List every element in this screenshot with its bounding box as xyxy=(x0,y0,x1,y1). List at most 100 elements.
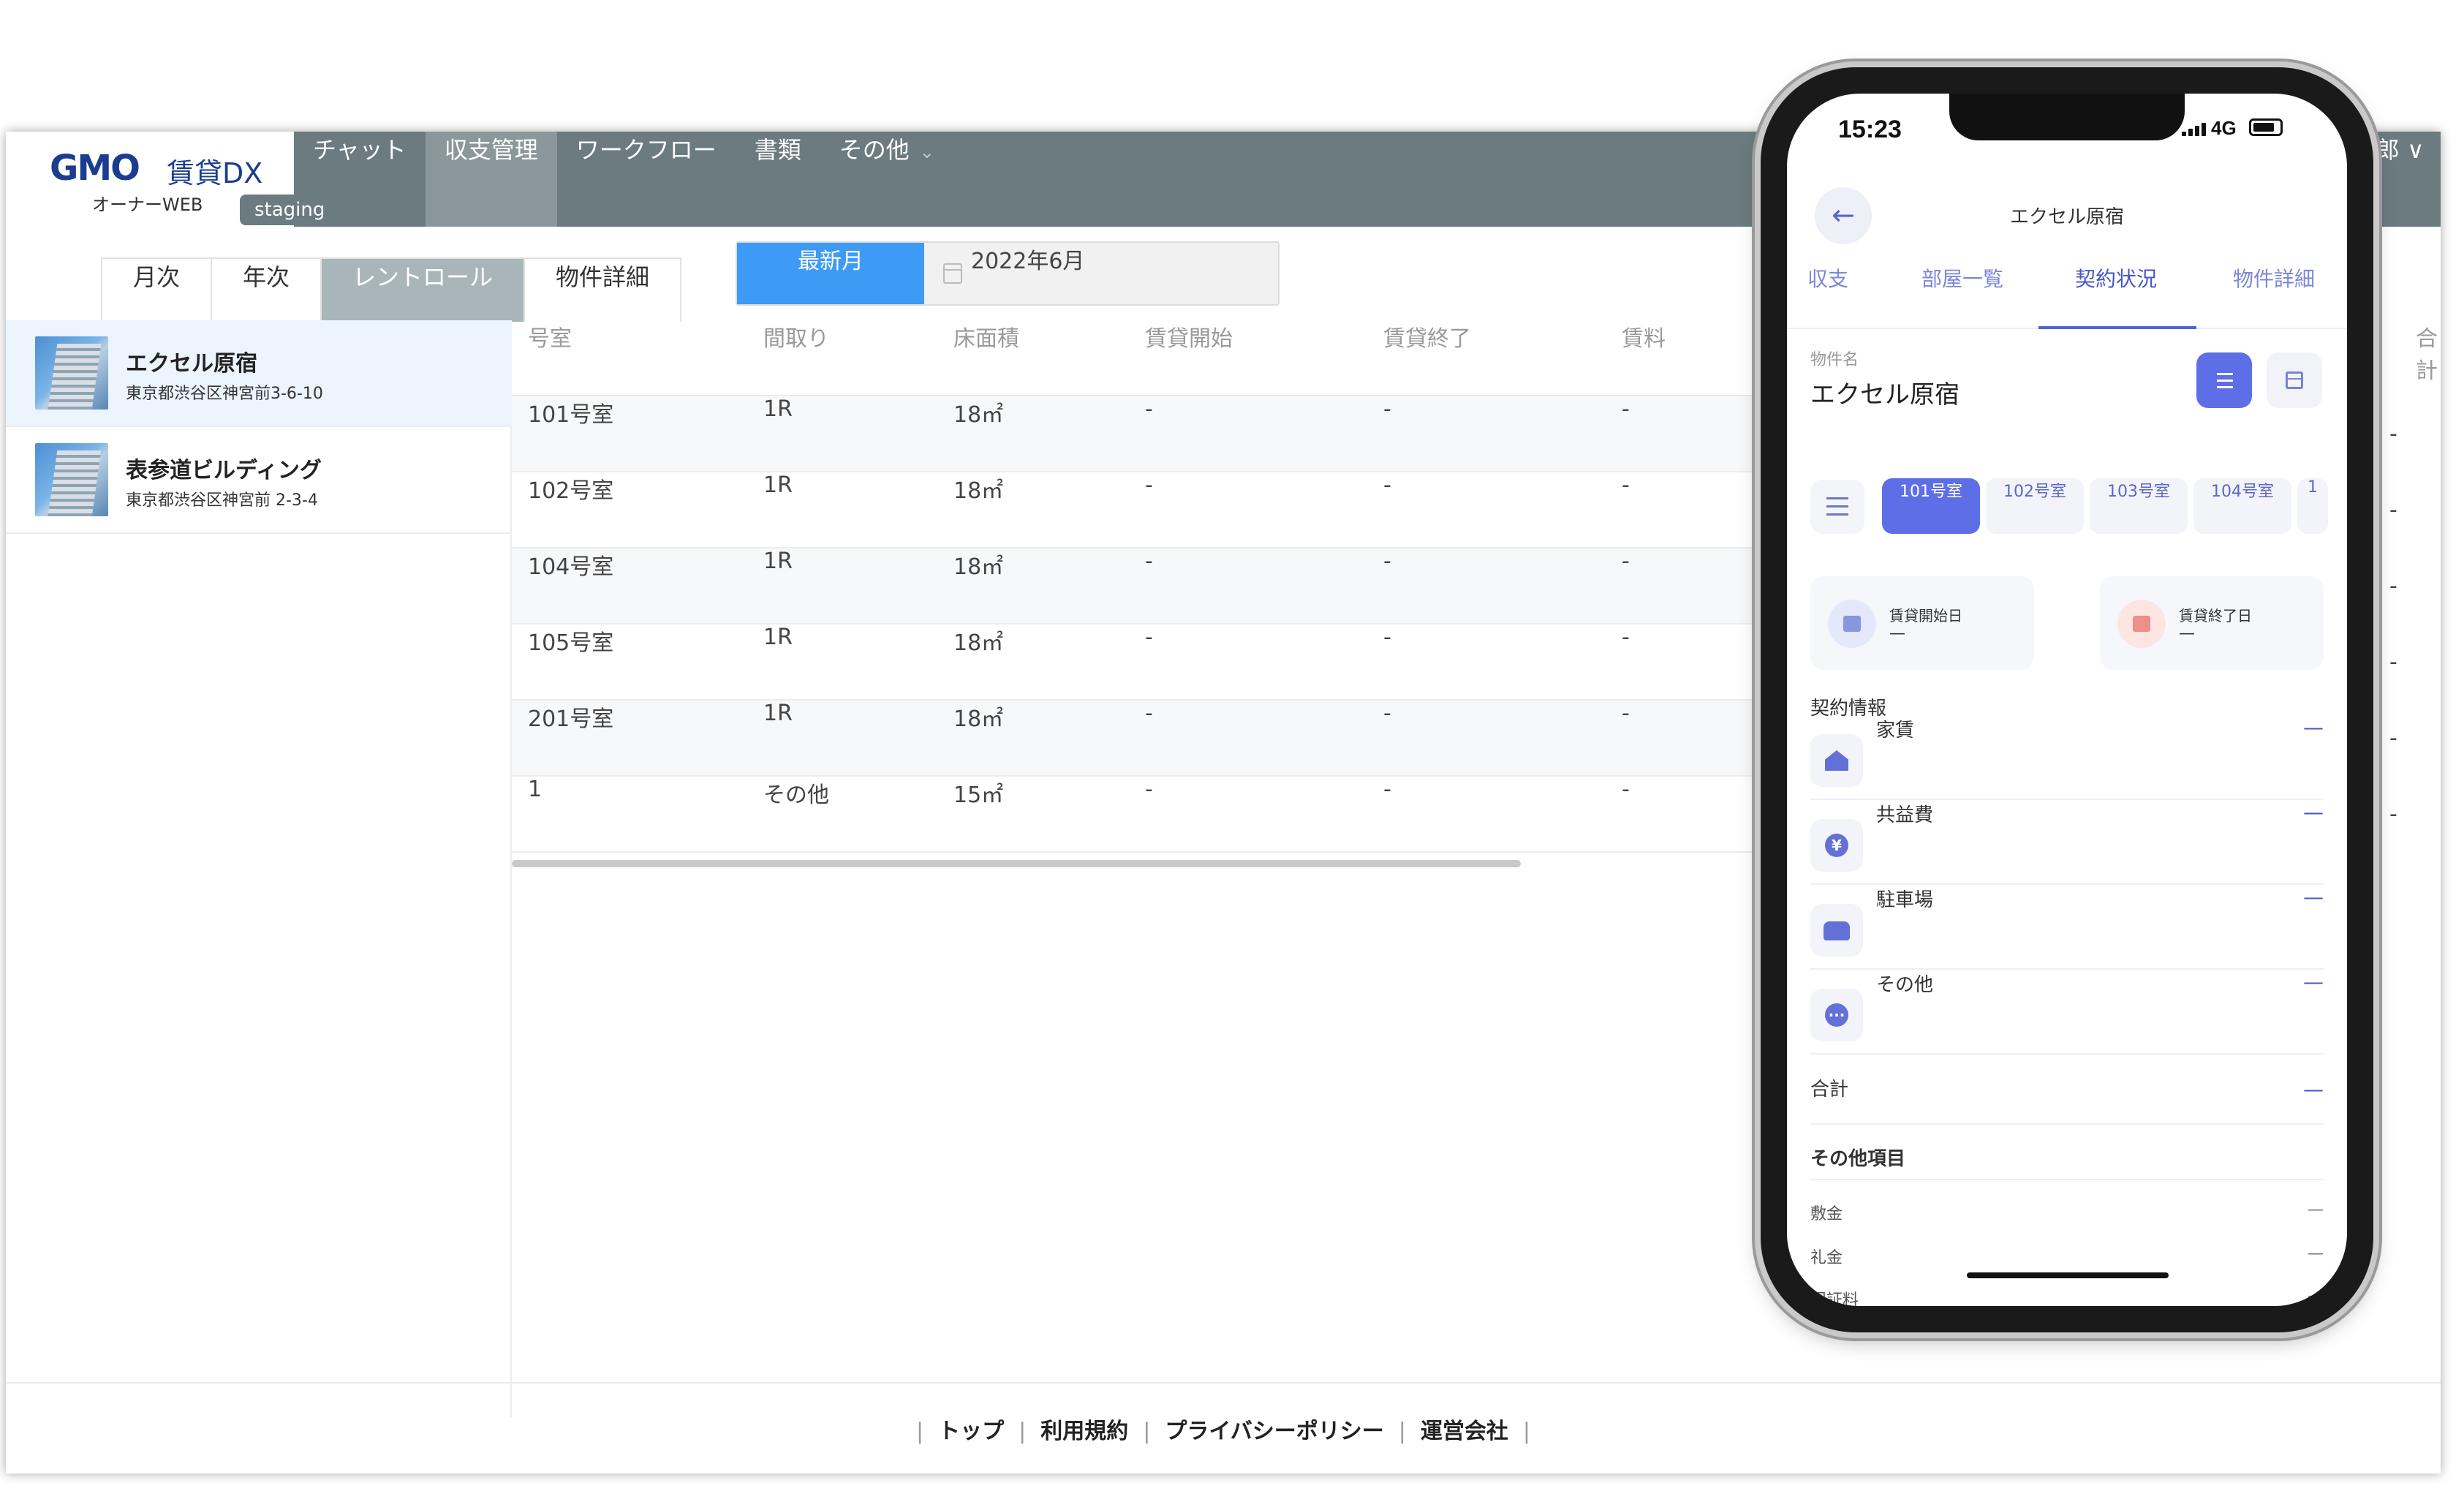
contract-row-total: 合計 — xyxy=(1810,1055,2324,1125)
footer-link-terms[interactable]: 利用規約 xyxy=(1040,1419,1128,1444)
table-row[interactable]: 104号室 1R 18㎡ - - - xyxy=(512,548,1769,625)
table-header: 号室 間取り 床面積 賃貸開始 賃貸終了 賃料 xyxy=(512,320,1769,396)
footer-link-top[interactable]: トップ xyxy=(938,1419,1004,1444)
tab-income-expense[interactable]: 収支 xyxy=(1807,263,1848,329)
nav-workflow[interactable]: ワークフロー xyxy=(557,132,736,227)
battery-icon xyxy=(2249,118,2283,136)
contract-row-rent: 家賃 — xyxy=(1810,715,2324,800)
footer-separator: | xyxy=(1398,1419,1406,1444)
contract-label: 駐車場 xyxy=(1876,889,1934,911)
tab-property-details[interactable]: 物件詳細 xyxy=(2233,263,2315,329)
table-row[interactable]: 1 その他 15㎡ - - - xyxy=(512,777,1769,853)
phone-notch xyxy=(1949,94,2185,140)
property-name-label: 物件名 xyxy=(1810,351,1859,369)
room-chip[interactable]: 104号室 xyxy=(2193,478,2291,534)
cell-total: - xyxy=(2389,649,2397,675)
cell-layout: その他 xyxy=(763,782,829,808)
cell-lease-start: - xyxy=(1145,472,1153,498)
other-value: — xyxy=(2308,1287,2324,1305)
footer-link-company[interactable]: 運営会社 xyxy=(1421,1419,1508,1444)
tab-yearly[interactable]: 年次 xyxy=(212,259,322,322)
cell-floor-area: 15㎡ xyxy=(953,782,1004,808)
horizontal-scrollbar[interactable] xyxy=(512,860,1521,867)
table-row[interactable]: 102号室 1R 18㎡ - - - xyxy=(512,472,1769,548)
user-menu[interactable]: 郎 ∨ xyxy=(2376,132,2425,165)
nav-other[interactable]: その他 ⌄ xyxy=(820,132,953,227)
tab-monthly[interactable]: 月次 xyxy=(102,259,213,322)
table-view-button[interactable] xyxy=(2267,352,2322,408)
room-chip[interactable]: 102号室 xyxy=(1986,478,2084,534)
cell-rent: - xyxy=(1622,396,1630,422)
filter-sliders-icon[interactable] xyxy=(1810,480,1864,534)
tab-property-details[interactable]: 物件詳細 xyxy=(525,259,681,322)
footer: | トップ | 利用規約 | プライバシーポリシー | 運営会社 | xyxy=(6,1382,2441,1474)
property-name: 表参道ビルディング xyxy=(126,458,322,483)
home-indicator xyxy=(1967,1272,2169,1278)
cell-layout: 1R xyxy=(763,548,793,574)
yen-icon: ¥ xyxy=(1810,819,1863,872)
phone-screen: 15:23 4G ← エクセル原宿 収支 部屋一覧 契約状況 物件詳細 物件名 … xyxy=(1787,94,2347,1306)
cell-total: - xyxy=(2389,801,2397,827)
room-chip[interactable]: 103号室 xyxy=(2090,478,2188,534)
other-label: 敷金 xyxy=(1810,1205,1843,1223)
cell-floor-area: 18㎡ xyxy=(953,630,1004,656)
tab-contract-status[interactable]: 契約状況 xyxy=(2075,263,2157,329)
property-item[interactable]: エクセル原宿 東京都渋谷区神宮前3-6-10 xyxy=(6,320,512,427)
lease-start-label: 賃貸開始日 xyxy=(1889,607,1962,625)
cell-lease-start: - xyxy=(1145,396,1153,422)
latest-month-button[interactable]: 最新月 xyxy=(737,243,924,304)
month-picker-input[interactable]: 2022年6月 xyxy=(971,243,1084,275)
cell-lease-start: - xyxy=(1145,625,1153,650)
cell-room: 104号室 xyxy=(528,554,614,580)
chevron-down-icon: ⌄ xyxy=(919,142,934,162)
nav-income-expense[interactable]: 収支管理 xyxy=(425,132,557,227)
list-view-button[interactable] xyxy=(2196,352,2252,408)
table-row[interactable]: 101号室 1R 18㎡ - - - xyxy=(512,396,1769,472)
property-list: エクセル原宿 東京都渋谷区神宮前3-6-10 表参道ビルディング 東京都渋谷区神… xyxy=(6,320,512,1417)
phone-mockup: 15:23 4G ← エクセル原宿 収支 部屋一覧 契約状況 物件詳細 物件名 … xyxy=(1761,67,2373,1332)
property-item[interactable]: 表参道ビルディング 東京都渋谷区神宮前 2-3-4 xyxy=(6,427,512,534)
property-address: 東京都渋谷区神宮前3-6-10 xyxy=(126,385,323,403)
logo-subtitle: オーナーWEB xyxy=(92,195,203,215)
cell-room: 201号室 xyxy=(528,706,614,732)
cell-lease-end: - xyxy=(1383,548,1391,574)
other-row-deposit: 敷金 — xyxy=(1810,1201,2324,1245)
room-chip[interactable]: 1 xyxy=(2297,478,2328,534)
footer-link-privacy[interactable]: プライバシーポリシー xyxy=(1165,1419,1383,1444)
cell-lease-start: - xyxy=(1145,548,1153,574)
nav-other-label: その他 xyxy=(839,136,910,164)
network-type: 4G xyxy=(2211,117,2237,139)
lease-end-card: 賃貸終了日 — xyxy=(2100,576,2324,670)
cell-lease-end: - xyxy=(1383,472,1391,498)
contract-row-common-fee: ¥ 共益費 — xyxy=(1810,800,2324,885)
footer-links: | トップ | 利用規約 | プライバシーポリシー | 運営会社 | xyxy=(6,1413,2441,1445)
cell-layout: 1R xyxy=(763,625,793,650)
car-icon xyxy=(1810,904,1863,957)
header-room: 号室 xyxy=(528,326,572,352)
lease-start-card: 賃貸開始日 — xyxy=(1810,576,2034,670)
calendar-icon xyxy=(943,263,962,284)
nav-chat[interactable]: チャット xyxy=(294,132,426,227)
footer-separator: | xyxy=(1143,1419,1151,1444)
nav-documents[interactable]: 書類 xyxy=(736,132,820,227)
table-row[interactable]: 201号室 1R 18㎡ - - - xyxy=(512,701,1769,777)
app-logo[interactable]: GMO 賃貸DX オーナーWEB staging xyxy=(50,148,340,225)
footer-separator: | xyxy=(916,1419,924,1444)
contract-value: — xyxy=(2303,970,2324,994)
phone-tabs: 収支 部屋一覧 契約状況 物件詳細 xyxy=(1787,263,2347,329)
house-icon xyxy=(1810,734,1863,787)
header-layout: 間取り xyxy=(763,326,829,352)
room-chip[interactable]: 101号室 xyxy=(1882,478,1980,534)
cell-lease-start: - xyxy=(1145,777,1153,802)
lease-end-label: 賃貸終了日 xyxy=(2179,607,2252,625)
building-thumbnail xyxy=(35,443,108,516)
contract-label: 家賃 xyxy=(1876,720,1915,742)
other-value: — xyxy=(2308,1245,2324,1263)
tab-rent-roll[interactable]: レントロール xyxy=(322,259,526,322)
table-row[interactable]: 105号室 1R 18㎡ - - - xyxy=(512,625,1769,701)
table-icon xyxy=(2286,371,2303,389)
calendar-icon xyxy=(1828,600,1876,648)
contract-label: その他 xyxy=(1876,974,1934,996)
tab-room-list[interactable]: 部屋一覧 xyxy=(1921,263,2003,329)
cell-rent: - xyxy=(1622,777,1630,802)
